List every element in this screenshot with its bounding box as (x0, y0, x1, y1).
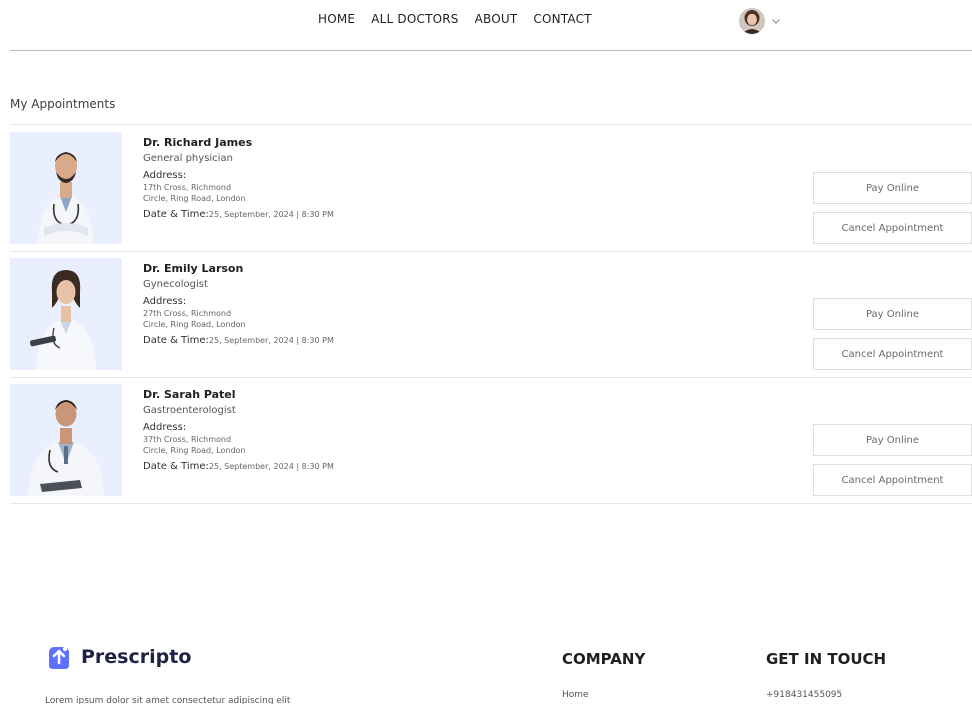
doctor-photo (10, 384, 122, 496)
nav-divider (10, 50, 972, 51)
address-label: Address: (143, 422, 187, 433)
datetime: Date & Time:25, September, 2024 | 8:30 P… (143, 335, 334, 346)
address-line-2: Circle, Ring Road, London (143, 194, 246, 203)
address-line-2: Circle, Ring Road, London (143, 446, 246, 455)
appointment-info: Dr. Sarah Patel Gastroenterologist Addre… (143, 388, 334, 472)
footer-description: Lorem ipsum dolor sit amet consectetur a… (45, 696, 291, 704)
page-title: My Appointments (10, 97, 116, 111)
appointment-card: Dr. Richard James General physician Addr… (10, 126, 972, 252)
profile-menu[interactable] (739, 8, 781, 34)
company-heading: COMPANY (562, 650, 646, 668)
appointment-card: Dr. Emily Larson Gynecologist Address: 2… (10, 252, 972, 378)
address-line-1: 27th Cross, Richmond (143, 309, 232, 318)
datetime-label: Date & Time: (143, 335, 209, 346)
nav-home[interactable]: HOME (318, 12, 355, 26)
doctor-name: Dr. Sarah Patel (143, 388, 236, 401)
address-label: Address: (143, 170, 187, 181)
nav-contact[interactable]: CONTACT (533, 12, 591, 26)
doctor-photo (10, 132, 122, 244)
chevron-down-icon (772, 19, 780, 24)
navbar: HOME ALL DOCTORS ABOUT CONTACT (0, 0, 972, 52)
address-line-2: Circle, Ring Road, London (143, 320, 246, 329)
appointment-info: Dr. Emily Larson Gynecologist Address: 2… (143, 262, 334, 346)
nav-links: HOME ALL DOCTORS ABOUT CONTACT (318, 12, 592, 26)
datetime-value: 25, September, 2024 | 8:30 PM (208, 462, 334, 471)
datetime-value: 25, September, 2024 | 8:30 PM (208, 336, 334, 345)
cancel-appointment-button[interactable]: Cancel Appointment (813, 464, 972, 496)
datetime-label: Date & Time: (143, 461, 209, 472)
pay-online-button[interactable]: Pay Online (813, 172, 972, 204)
datetime: Date & Time:25, September, 2024 | 8:30 P… (143, 209, 334, 220)
doctor-speciality: Gynecologist (143, 279, 208, 290)
title-divider (10, 124, 972, 125)
address-line-1: 17th Cross, Richmond (143, 183, 232, 192)
address-label: Address: (143, 296, 187, 307)
brand-logo[interactable]: Prescripto (45, 643, 191, 671)
cancel-appointment-button[interactable]: Cancel Appointment (813, 338, 972, 370)
nav-all-doctors[interactable]: ALL DOCTORS (371, 12, 458, 26)
doctor-photo (10, 258, 122, 370)
pay-online-button[interactable]: Pay Online (813, 424, 972, 456)
datetime-value: 25, September, 2024 | 8:30 PM (208, 210, 334, 219)
doctor-speciality: General physician (143, 153, 233, 164)
appointment-info: Dr. Richard James General physician Addr… (143, 136, 334, 220)
doctor-speciality: Gastroenterologist (143, 405, 236, 416)
appointment-card: Dr. Sarah Patel Gastroenterologist Addre… (10, 378, 972, 504)
doctor-name: Dr. Emily Larson (143, 262, 244, 275)
logo-icon (49, 646, 69, 669)
address-line-1: 37th Cross, Richmond (143, 435, 232, 444)
datetime: Date & Time:25, September, 2024 | 8:30 P… (143, 461, 334, 472)
brand-name: Prescripto (81, 646, 192, 668)
nav-about[interactable]: ABOUT (475, 12, 518, 26)
cancel-appointment-button[interactable]: Cancel Appointment (813, 212, 972, 244)
doctor-name: Dr. Richard James (143, 136, 253, 149)
pay-online-button[interactable]: Pay Online (813, 298, 972, 330)
datetime-label: Date & Time: (143, 209, 209, 220)
contact-heading: GET IN TOUCH (766, 650, 887, 668)
avatar (739, 8, 765, 34)
footer-link-home[interactable]: Home (562, 690, 589, 700)
contact-phone: +918431455095 (766, 690, 843, 700)
